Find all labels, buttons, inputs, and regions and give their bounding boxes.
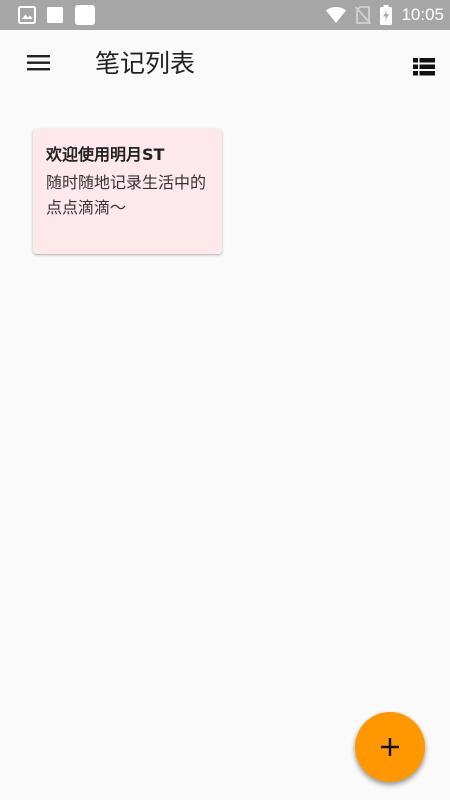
status-bar-system: 10:05 (326, 0, 444, 30)
wifi-icon (326, 7, 347, 23)
image-icon (18, 6, 36, 24)
add-icon (381, 738, 399, 756)
square-icon (74, 4, 96, 26)
add-note-button[interactable] (355, 712, 425, 782)
square-icon (46, 6, 64, 24)
note-body: 随时随地记录生活中的点点滴滴～ (46, 173, 207, 217)
page-title: 笔记列表 (95, 49, 196, 78)
status-bar-time: 10:05 (401, 5, 444, 24)
no-sim-icon (355, 6, 372, 24)
app-bar: 笔记列表 (0, 30, 450, 100)
menu-icon[interactable] (27, 53, 51, 73)
note-card[interactable]: 欢迎使用明月ST 随时随地记录生活中的点点滴滴～ (33, 129, 222, 254)
note-title: 欢迎使用明月ST (46, 145, 165, 164)
battery-charging-icon (380, 5, 393, 25)
status-bar: 10:05 (0, 0, 450, 30)
status-bar-notifications (18, 4, 96, 26)
view-list-icon[interactable] (413, 57, 435, 77)
